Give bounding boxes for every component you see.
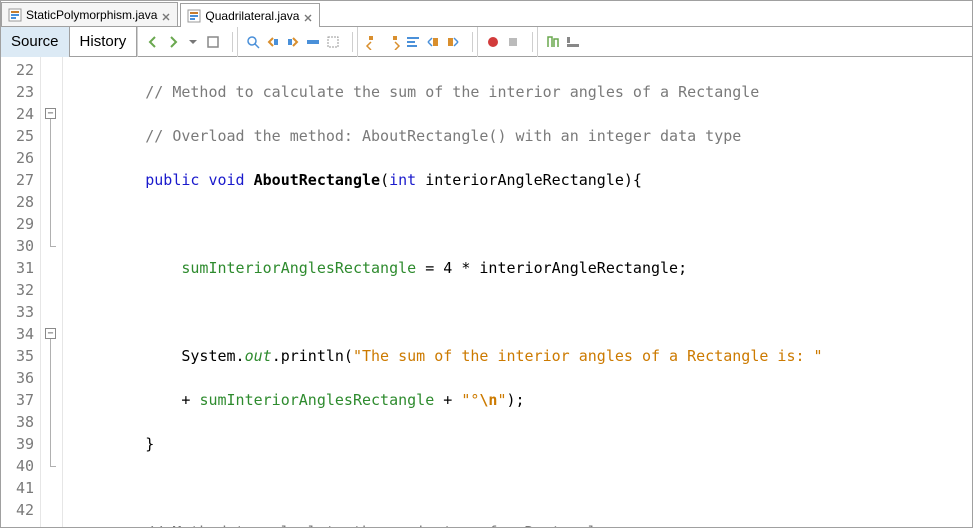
toolbar-group-find [237,27,348,57]
file-tab-label: StaticPolymorphism.java [26,8,157,22]
out: out [245,347,272,365]
escape: \n [479,391,497,409]
file-tab-bar: StaticPolymorphism.java Quadrilateral.ja… [1,1,972,27]
toolbar-separator [472,32,473,52]
paren: ); [507,391,525,409]
box-icon[interactable] [204,33,222,51]
nav-back-icon[interactable] [144,33,162,51]
toolbar-group-macro [477,27,528,57]
tab-history-label: History [80,33,127,50]
plus: + [434,391,461,409]
println: .println( [272,347,353,365]
ruler-icon[interactable] [564,33,582,51]
fold-gutter: −− [41,57,63,527]
file-tab-staticpoly[interactable]: StaticPolymorphism.java [1,2,178,26]
find-next-icon[interactable] [284,33,302,51]
kw-public: public [145,171,199,189]
tab-source-label: Source [11,33,59,50]
code-editor[interactable]: 2223242526272829303132333435363738394041… [1,57,972,527]
shift-left-icon[interactable] [364,33,382,51]
code-comment: // Overload the method: AboutRectangle()… [145,127,741,145]
field: sumInteriorAnglesRectangle [181,259,416,277]
tab-source[interactable]: Source [1,27,70,57]
line-number-gutter: 2223242526272829303132333435363738394041… [1,57,41,527]
editor-toolbar: Source History [1,27,972,57]
toolbar-separator [352,32,353,52]
toolbar-group-indent [357,27,468,57]
record-start-icon[interactable] [504,33,522,51]
dropdown-icon[interactable] [184,33,202,51]
brace: } [145,435,154,453]
close-icon[interactable] [161,10,171,20]
nav-fwd-icon[interactable] [164,33,182,51]
find-prev-icon[interactable] [264,33,282,51]
uncomment-icon[interactable] [444,33,462,51]
java-file-icon [187,9,201,23]
params: interiorAngleRectangle){ [416,171,642,189]
toolbar-group-nav [137,27,228,57]
kw-void: void [208,171,244,189]
toolbar-separator [232,32,233,52]
expr: = 4 * interiorAngleRectangle; [416,259,687,277]
field: sumInteriorAnglesRectangle [199,391,434,409]
format-icon[interactable] [404,33,422,51]
record-stop-icon[interactable] [484,33,502,51]
kw-int: int [389,171,416,189]
java-file-icon [8,8,22,22]
toggle-rect-icon[interactable] [324,33,342,51]
sys: System. [181,347,244,365]
code-comment: // Method to calculate the perimeter of … [145,523,606,527]
close-icon[interactable] [303,11,313,21]
shift-right-icon[interactable] [384,33,402,51]
comment-icon[interactable] [424,33,442,51]
code-comment: // Method to calculate the sum of the in… [145,83,759,101]
code-area[interactable]: // Method to calculate the sum of the in… [63,57,972,527]
file-tab-quadrilateral[interactable]: Quadrilateral.java [180,3,320,27]
toolbar-group-view [537,27,588,57]
file-tab-label: Quadrilateral.java [205,9,299,23]
bookmarks-icon[interactable] [544,33,562,51]
string: " [497,391,506,409]
toolbar-separator [532,32,533,52]
string: "° [461,391,479,409]
plus: + [181,391,199,409]
method-name: AboutRectangle [254,171,380,189]
find-sel-icon[interactable] [244,33,262,51]
string: "The sum of the interior angles of a Rec… [353,347,823,365]
toggle-hl-icon[interactable] [304,33,322,51]
tab-history[interactable]: History [70,27,138,57]
